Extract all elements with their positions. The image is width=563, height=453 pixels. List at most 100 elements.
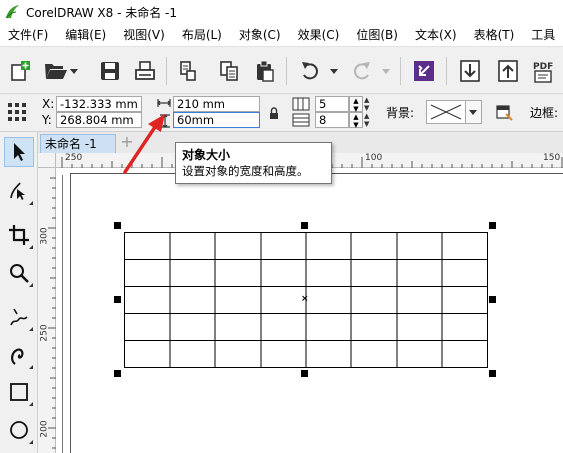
border-label: 边框: [530, 106, 559, 120]
shape-tool-button[interactable] [4, 176, 34, 206]
selection-handle-bottom[interactable] [301, 370, 308, 377]
selection-handle-left[interactable] [114, 296, 121, 303]
undo-button[interactable] [298, 59, 322, 83]
cut-icon [180, 61, 196, 81]
ellipse-tool-button[interactable] [4, 415, 34, 445]
document-tab[interactable]: 未命名 -1 [40, 134, 116, 153]
property-bar: X: -132.333 mm Y: 268.804 mm 210 mm 60mm… [0, 94, 563, 132]
object-origin-icon[interactable] [6, 100, 28, 122]
menu-tools[interactable]: 工具 [523, 24, 563, 46]
menu-text[interactable]: 文本(X) [407, 24, 466, 46]
ruler-tick-label: 200 [39, 420, 50, 438]
selection-handle-bottom-right[interactable] [489, 370, 496, 377]
rows-spinner[interactable]: ▲ ▼ [349, 112, 363, 129]
new-document-icon [11, 61, 30, 81]
background-label: 背景: [386, 106, 415, 120]
import-button[interactable] [458, 59, 482, 83]
copy-button[interactable] [217, 59, 241, 83]
redo-button[interactable] [350, 59, 374, 83]
open-folder-icon [45, 64, 67, 79]
paste-button[interactable] [253, 59, 277, 83]
selection-handle-right[interactable] [489, 296, 496, 303]
ruler-tick-label: 150 [543, 153, 561, 163]
tooltip-description: 设置对象的宽度和高度。 [182, 164, 309, 178]
rectangle-icon [10, 383, 28, 401]
menu-layout[interactable]: 布局(L) [174, 24, 231, 46]
export-icon [498, 60, 518, 82]
vertical-ruler-ticks [48, 177, 56, 449]
toolbar-separator [286, 57, 287, 85]
ellipse-icon [10, 421, 28, 439]
selection-handle-top[interactable] [301, 222, 308, 229]
redo-icon [354, 62, 370, 80]
x-label: X: [42, 97, 55, 111]
vertical-ruler[interactable]: 300 250 200 [38, 168, 56, 453]
menu-table[interactable]: 表格(T) [466, 24, 524, 46]
printer-icon [135, 61, 155, 80]
width-field[interactable]: 210 mm [173, 96, 260, 112]
lock-icon[interactable] [269, 107, 279, 119]
ruler-tick-label: 250 [39, 324, 50, 342]
save-icon [101, 62, 119, 80]
menu-view[interactable]: 视图(V) [115, 24, 174, 46]
table-rows-columns-icon [292, 96, 314, 128]
crop-tool-button[interactable] [4, 220, 34, 250]
open-dropdown-icon[interactable] [70, 69, 78, 75]
new-document-button[interactable] [8, 59, 32, 83]
publish-pdf-button[interactable]: PDF [531, 59, 557, 83]
background-color-dropdown[interactable] [466, 100, 482, 124]
ruler-tick-label: 250 [65, 153, 83, 163]
selection-handle-top-left[interactable] [114, 222, 121, 229]
title-bar: CorelDRAW X8 - 未命名 -1 [0, 0, 563, 24]
y-label: Y: [42, 113, 52, 127]
height-field[interactable]: 60mm [173, 112, 260, 128]
import-icon [460, 60, 480, 82]
search-content-button[interactable] [412, 59, 436, 83]
rectangle-tool-button[interactable] [4, 377, 34, 407]
shape-node-icon [10, 182, 25, 200]
object-center-marker[interactable]: × [301, 295, 309, 304]
toolbar-separator [446, 57, 447, 85]
ruler-tick-label: 100 [365, 153, 383, 163]
print-button[interactable] [133, 59, 157, 83]
copy-icon [220, 61, 238, 81]
open-button[interactable] [44, 59, 68, 83]
edit-fill-icon[interactable] [494, 102, 514, 122]
export-button[interactable] [496, 59, 520, 83]
undo-dropdown-icon[interactable] [330, 69, 338, 75]
ruler-origin[interactable] [38, 153, 56, 168]
artistic-media-icon [11, 348, 24, 365]
redo-dropdown-icon[interactable] [382, 69, 390, 75]
import-page-button[interactable] [176, 59, 200, 83]
standard-toolbar: PDF [0, 46, 563, 94]
menu-object[interactable]: 对象(C) [231, 24, 290, 46]
selection-handle-top-right[interactable] [489, 222, 496, 229]
columns-field[interactable]: 5 [315, 96, 349, 112]
toolbar-separator [166, 57, 167, 85]
zoom-tool-button[interactable] [4, 258, 34, 288]
menu-bar: 文件(F) 编辑(E) 视图(V) 布局(L) 对象(C) 效果(C) 位图(B… [0, 24, 563, 46]
rows-field[interactable]: 8 [315, 112, 349, 128]
magnifier-icon [10, 264, 29, 283]
table-spin-arrows[interactable]: ▲ ▼ ▲ ▼ [364, 96, 374, 128]
toolbox [0, 132, 38, 453]
menu-bitmaps[interactable]: 位图(B) [348, 24, 407, 46]
save-button[interactable] [98, 59, 122, 83]
background-color-swatch[interactable] [426, 100, 466, 124]
columns-spinner[interactable]: ▲ ▼ [349, 96, 363, 113]
pick-tool-button[interactable] [4, 137, 34, 167]
artistic-media-tool-button[interactable] [4, 340, 34, 370]
toolbar-separator [400, 57, 401, 85]
search-content-icon [414, 61, 434, 81]
window-title: CorelDRAW X8 - 未命名 -1 [26, 5, 178, 20]
width-icon [157, 99, 171, 107]
selection-handle-bottom-left[interactable] [114, 370, 121, 377]
ruler-tick-label: 300 [39, 227, 50, 245]
pointer-arrow-icon [14, 143, 25, 161]
freehand-icon [10, 308, 28, 326]
menu-file[interactable]: 文件(F) [0, 24, 57, 46]
menu-effects[interactable]: 效果(C) [290, 24, 349, 46]
freehand-tool-button[interactable] [4, 302, 34, 332]
menu-edit[interactable]: 编辑(E) [57, 24, 115, 46]
pdf-icon: PDF [533, 62, 553, 83]
